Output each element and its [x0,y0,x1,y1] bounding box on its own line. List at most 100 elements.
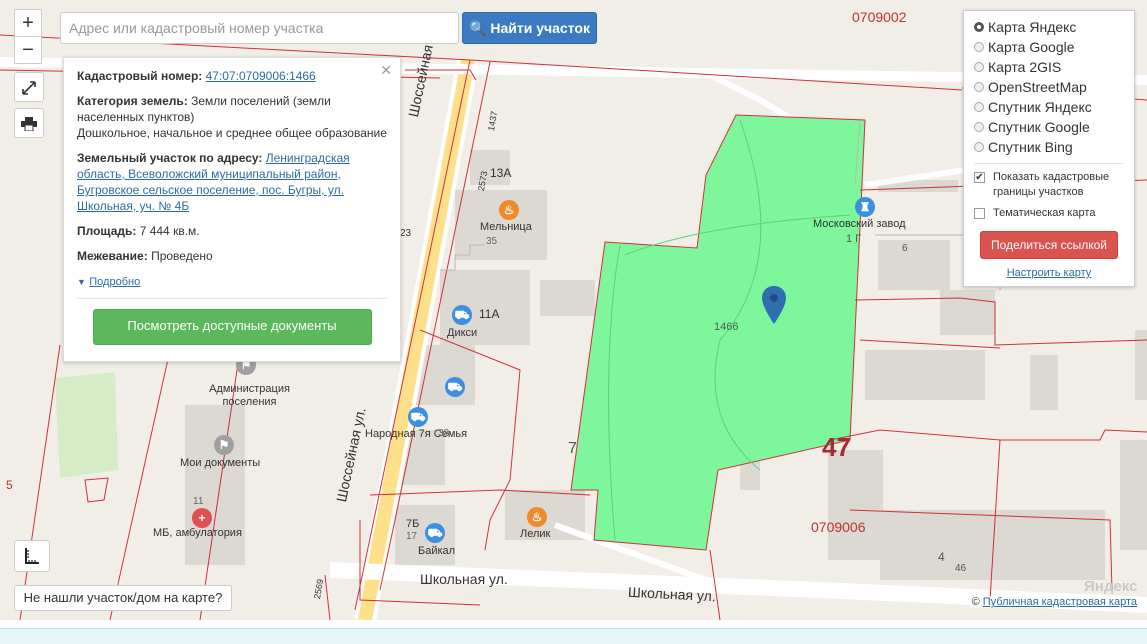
house-11a: 11А [479,307,500,321]
radio-icon[interactable] [974,42,984,52]
poi-mb-ambulatory: МБ, амбулатория [153,527,242,539]
radio-icon[interactable] [974,102,984,112]
parcel-23: 23 [400,228,412,239]
block-number-47: 47 [822,432,851,462]
cadastral-map-link[interactable]: Публичная кадастровая карта [983,596,1137,608]
layer-option-label: Карта Google [988,39,1075,55]
layer-option[interactable]: Карта Google [974,37,1124,57]
poi-baikal: Байкал [418,545,456,557]
find-parcel-label: Найти участок [490,20,590,36]
street-shkolnaya-left: Школьная ул. [420,571,508,587]
quarter-number-top: 0709002 [852,9,907,25]
shopping-cart-icon[interactable]: ⛟ [452,305,472,325]
house-35: 35 [486,236,498,247]
radio-icon[interactable] [974,22,984,32]
house-4: 4 [938,550,945,564]
shopping-cart-icon[interactable]: ⛟ [408,407,428,427]
parcel-number-label: 1466 [714,321,739,333]
house-6: 6 [902,243,908,254]
layer-option[interactable]: Спутник Google [974,117,1124,137]
thematic-map-label: Тематическая карта [993,207,1096,219]
shopping-cart-icon[interactable]: ⛟ [445,377,465,397]
layer-option[interactable]: Карта Яндекс [974,17,1124,37]
configure-map-link[interactable]: Настроить карту [974,267,1124,279]
location-pin-icon[interactable] [761,285,787,325]
zoom-in-button[interactable]: + [14,9,42,37]
close-icon[interactable]: ✕ [380,62,392,78]
find-parcel-button[interactable]: 🔍 Найти участок [462,12,597,44]
house-number-7: 7 [568,440,577,457]
bottom-strip [0,628,1147,644]
poi-administration: Администрация поселения [209,383,290,408]
layer-option-label: Карта 2GIS [988,59,1062,75]
poi-melnitsa: Мельница [480,221,532,233]
yandex-logo: Яндекс [1084,578,1138,595]
radio-icon[interactable] [974,142,984,152]
area-label: Площадь: [77,224,137,238]
divider [974,163,1124,164]
flag-icon[interactable]: ⚑ [214,435,234,455]
poi-diksi: Дикси [447,327,478,339]
quarter-number-bottom: 0709006 [811,519,866,535]
land-use-value: Дошкольное, начальное и среднее общее об… [77,126,387,140]
cadastral-number-label: Кадастровый номер: [77,69,203,83]
share-link-button[interactable]: Поделиться ссылкой [980,231,1118,259]
house-46: 46 [955,563,967,574]
map-credit: © Публичная кадастровая карта [969,596,1139,608]
not-found-button[interactable]: Не нашли участок/дом на карте? [14,585,232,611]
search-input[interactable]: Адрес или кадастровый номер участка [60,12,459,44]
fullscreen-button[interactable] [14,72,44,102]
divider [77,298,387,299]
layer-option-label: Карта Яндекс [988,19,1077,35]
survey-value: Проведено [151,249,213,263]
layer-option-label: Спутник Яндекс [988,99,1092,115]
layer-option-label: Спутник Google [988,119,1090,135]
land-category-label: Категория земель: [77,94,188,108]
store-icon[interactable]: ♜ [855,197,875,217]
layer-option[interactable]: Спутник Яндекс [974,97,1124,117]
checkbox-checked-icon[interactable]: ✔ [974,172,985,183]
zoom-out-button[interactable]: − [14,36,42,64]
hospital-icon[interactable]: + [192,508,212,528]
park-area [55,372,118,478]
house-7b: 7Б [406,518,420,530]
view-documents-button[interactable]: Посмотреть доступные документы [92,309,372,345]
radio-icon[interactable] [974,62,984,72]
shopping-cart-icon[interactable]: ⛟ [425,523,445,543]
caret-down-icon: ▼ [77,277,86,287]
poi-lelik: Лелик [520,528,551,540]
cadastral-number-link[interactable]: 47:07:0709006:1466 [206,69,316,83]
house-number-5: 5 [6,478,13,492]
layer-option-label: OpenStreetMap [988,79,1087,95]
show-borders-checkbox[interactable]: ✔ Показать кадастровые границы участков [974,170,1124,200]
survey-label: Межевание: [77,249,148,263]
radio-icon[interactable] [974,122,984,132]
parcel-38: 38 [438,428,450,439]
radio-icon[interactable] [974,82,984,92]
restaurant-icon[interactable]: ♨ [499,200,519,220]
layer-option[interactable]: OpenStreetMap [974,77,1124,97]
show-borders-label: Показать кадастровые границы участков [993,171,1110,198]
print-button[interactable] [14,108,44,138]
house-11: 11 [193,496,204,507]
poi-moscow-plant: Московский завод [813,218,906,230]
ruler-button[interactable] [14,540,50,572]
house-1g: 1 Г [846,233,862,245]
house-13a: 13А [490,166,512,180]
thematic-map-checkbox[interactable]: Тематическая карта [974,206,1124,221]
layer-option-label: Спутник Bing [988,139,1073,155]
search-icon: 🔍 [469,20,487,36]
layer-option[interactable]: Спутник Bing [974,137,1124,157]
layer-option[interactable]: Карта 2GIS [974,57,1124,77]
poi-my-documents: Мои документы [180,457,261,469]
ruler-icon [25,548,39,565]
restaurant-icon[interactable]: ♨ [527,507,547,527]
bottom-bar [0,620,1147,644]
checkbox-icon[interactable] [974,208,985,219]
details-link[interactable]: Подробно [89,276,140,288]
parcel-info-card: ✕ Кадастровый номер: 47:07:0709006:1466 … [63,57,401,362]
copyright-sign: © [971,596,980,608]
expand-icon [22,81,36,96]
address-label: Земельный участок по адресу: [77,151,263,165]
map-layers-panel: Карта Яндекс Карта Google Карта 2GIS Ope… [963,10,1135,287]
